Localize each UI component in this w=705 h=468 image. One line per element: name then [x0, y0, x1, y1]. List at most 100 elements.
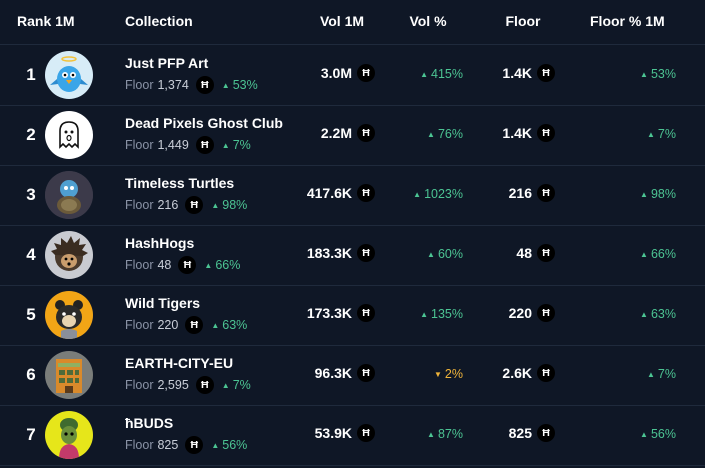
- trend-arrow-icon: ▲: [640, 70, 648, 80]
- floor-price: 216: [157, 198, 179, 212]
- hbar-icon: Ħ: [357, 244, 375, 262]
- trend-arrow-icon: ▲: [221, 81, 230, 91]
- table-row[interactable]: 2 Dead Pixels Ghost Club Floor 1,449 Ħ ▲ 7% 2.2…: [0, 105, 705, 166]
- trend-arrow-icon: ▲: [640, 190, 648, 200]
- floor-change-1m: ▲ 53%: [640, 67, 676, 81]
- floor-value: 2.6K Ħ: [502, 364, 555, 382]
- table-row[interactable]: 3 Timeless Turtles Floor 216 Ħ ▲ 98% 417.6K Ħ ▲ 10…: [0, 165, 705, 226]
- floor-summary: Floor 825 Ħ ▲ 56%: [125, 436, 247, 454]
- column-header-rank[interactable]: Rank 1M: [17, 13, 75, 29]
- rank-number: 4: [26, 245, 36, 264]
- hedgehog-avatar[interactable]: [45, 231, 93, 279]
- hbar-icon: Ħ: [357, 304, 375, 322]
- column-header-volume-percent[interactable]: Vol %: [405, 13, 451, 29]
- volume-change: ▲ 76%: [427, 127, 463, 141]
- floor-value: 1.4K Ħ: [502, 124, 555, 142]
- hbar-icon: Ħ: [357, 64, 375, 82]
- floor-change: ▲ 56%: [211, 438, 248, 452]
- table-row[interactable]: 1 Just PFP Art Floor 1,374 Ħ ▲ 53% 3.0M Ħ ▲ 415% 1.…: [0, 45, 705, 106]
- table-row[interactable]: 4 HashHogs Floor 48 Ħ ▲ 66% 183.3K Ħ ▲ 60% 48 Ħ ▲ 66%: [0, 225, 705, 286]
- volume-change: ▲ 60%: [427, 247, 463, 261]
- floor-change-1m: ▲ 7%: [647, 367, 676, 381]
- rank-number: 2: [26, 125, 36, 144]
- floor-change: ▲ 7%: [221, 378, 251, 392]
- floor-change: ▲ 66%: [204, 258, 241, 272]
- trend-arrow-icon: ▲: [640, 310, 648, 320]
- floor-label: Floor: [125, 438, 154, 452]
- trend-arrow-icon: ▲: [211, 321, 220, 331]
- trend-arrow-icon: ▲: [211, 201, 220, 211]
- floor-value: 48 Ħ: [516, 244, 555, 262]
- floor-change: ▲ 7%: [221, 138, 251, 152]
- hbar-icon: Ħ: [185, 196, 204, 214]
- floor-price: 220: [157, 318, 179, 332]
- floor-price: 1,374: [157, 78, 189, 92]
- collection-name[interactable]: Dead Pixels Ghost Club: [125, 115, 283, 131]
- hbar-icon: Ħ: [357, 124, 375, 142]
- floor-change-1m: ▲ 66%: [640, 247, 676, 261]
- volume-value: 53.9K Ħ: [315, 424, 375, 442]
- hbar-icon: Ħ: [195, 136, 214, 154]
- volume-change: ▲ 1023%: [413, 187, 463, 201]
- hbar-icon: Ħ: [195, 376, 214, 394]
- collection-name[interactable]: Wild Tigers: [125, 295, 200, 311]
- rank-number: 1: [26, 65, 36, 84]
- hbar-icon: Ħ: [537, 124, 555, 142]
- table-header: Rank 1M Collection Vol 1M Vol % Floor Fl…: [0, 0, 705, 45]
- trend-arrow-icon: ▲: [413, 190, 422, 200]
- ghost-avatar[interactable]: [45, 111, 93, 159]
- hbar-icon: Ħ: [357, 184, 375, 202]
- floor-label: Floor: [125, 78, 154, 92]
- volume-value: 417.6K Ħ: [307, 184, 375, 202]
- trend-arrow-icon: ▲: [647, 130, 655, 140]
- collection-name[interactable]: HashHogs: [125, 235, 194, 251]
- hbar-icon: Ħ: [357, 364, 375, 382]
- trend-arrow-icon: ▲: [221, 141, 230, 151]
- floor-value: 1.4K Ħ: [502, 64, 555, 82]
- table-row[interactable]: 5 Wild Tigers Floor 220 Ħ ▲ 63% 173.3K Ħ ▲ 135% 220…: [0, 285, 705, 346]
- collection-name[interactable]: EARTH-CITY-EU: [125, 355, 233, 371]
- hbar-icon: Ħ: [537, 364, 555, 382]
- floor-label: Floor: [125, 378, 154, 392]
- table-row[interactable]: 6 EARTH-CITY-EU Floor 2,595 Ħ ▲ 7% 96.3K Ħ ▼ 2% 2.6…: [0, 345, 705, 406]
- collection-name[interactable]: Just PFP Art: [125, 55, 208, 71]
- floor-change: ▲ 53%: [221, 78, 258, 92]
- volume-value: 96.3K Ħ: [315, 364, 375, 382]
- trend-arrow-icon: ▲: [640, 250, 648, 260]
- collection-name[interactable]: Timeless Turtles: [125, 175, 234, 191]
- hbar-icon: Ħ: [537, 184, 555, 202]
- volume-change: ▲ 87%: [427, 427, 463, 441]
- column-header-volume[interactable]: Vol 1M: [309, 13, 375, 29]
- table-row[interactable]: 7 ħBUDS Floor 825 Ħ ▲ 56% 53.9K Ħ ▲ 87% 825 Ħ ▲ 56%: [0, 405, 705, 466]
- collections-table: Rank 1M Collection Vol 1M Vol % Floor Fl…: [0, 0, 705, 468]
- building-avatar[interactable]: [45, 351, 93, 399]
- volume-value: 173.3K Ħ: [307, 304, 375, 322]
- trend-arrow-icon: ▲: [211, 441, 220, 451]
- volume-change: ▼ 2%: [434, 367, 463, 381]
- floor-change-1m: ▲ 56%: [640, 427, 676, 441]
- volume-value: 3.0M Ħ: [321, 64, 375, 82]
- bud-avatar[interactable]: [45, 411, 93, 459]
- tiger-avatar[interactable]: [45, 291, 93, 339]
- column-header-floor[interactable]: Floor: [500, 13, 546, 29]
- trend-arrow-icon: ▲: [647, 370, 655, 380]
- collection-name[interactable]: ħBUDS: [125, 415, 173, 431]
- floor-label: Floor: [125, 318, 154, 332]
- blue-bird-avatar[interactable]: [45, 51, 93, 99]
- trend-arrow-icon: ▲: [427, 130, 435, 140]
- rank-number: 6: [26, 365, 36, 384]
- turtle-avatar[interactable]: [45, 171, 93, 219]
- floor-change: ▲ 98%: [211, 198, 248, 212]
- floor-change-1m: ▲ 98%: [640, 187, 676, 201]
- floor-summary: Floor 216 Ħ ▲ 98%: [125, 196, 247, 214]
- floor-change: ▲ 63%: [211, 318, 248, 332]
- rank-number: 3: [26, 185, 36, 204]
- trend-arrow-icon: ▲: [427, 430, 435, 440]
- hbar-icon: Ħ: [185, 316, 204, 334]
- hbar-icon: Ħ: [357, 424, 375, 442]
- column-header-collection[interactable]: Collection: [125, 13, 193, 29]
- trend-arrow-icon: ▲: [420, 310, 429, 320]
- column-header-floor-percent[interactable]: Floor % 1M: [590, 13, 665, 29]
- hbar-icon: Ħ: [537, 64, 555, 82]
- rank-number: 7: [26, 425, 36, 444]
